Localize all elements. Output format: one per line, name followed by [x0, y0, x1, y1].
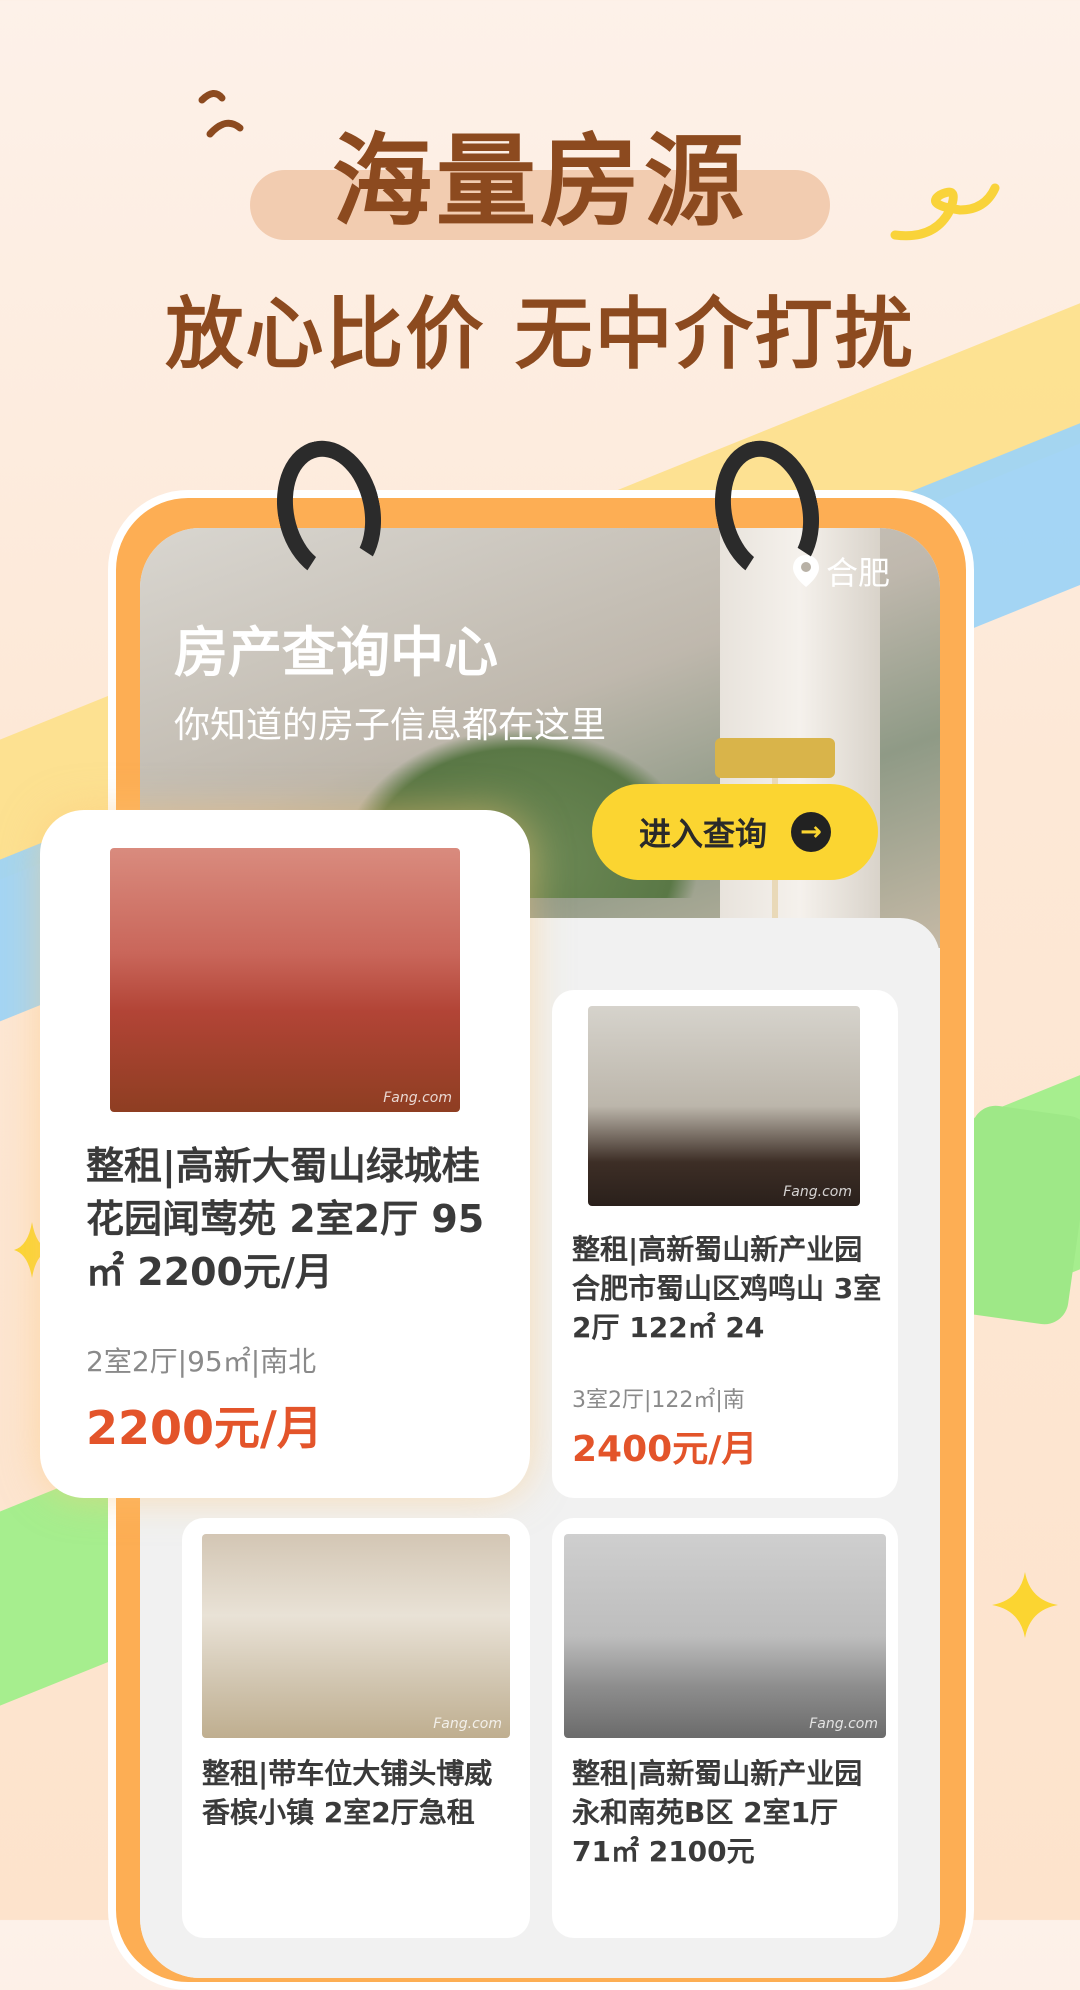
listing-card[interactable]: Fang.com 整租|高新蜀山新产业园合肥市蜀山区鸡鸣山 3室2厅 122㎡ …: [552, 990, 898, 1498]
listing-photo: Fang.com: [564, 1534, 886, 1738]
hero-subtitle: 你知道的房子信息都在这里: [174, 705, 607, 746]
hero-title: 房产查询中心: [174, 621, 498, 684]
listing-card[interactable]: Fang.com 整租|带车位大铺头博威香槟小镇 2室2厅急租: [182, 1518, 530, 1938]
listing-card[interactable]: Fang.com 整租|高新大蜀山绿城桂花园闻莺苑 2室2厅 95㎡ 2200元…: [40, 810, 530, 1498]
photo-watermark: Fang.com: [809, 1716, 878, 1732]
listing-meta: 3室2厅|122㎡|南: [572, 1388, 745, 1413]
listing-photo: Fang.com: [588, 1006, 860, 1206]
listing-photo: Fang.com: [110, 848, 460, 1112]
hero-lamp: [715, 738, 835, 778]
listing-card[interactable]: Fang.com 整租|高新蜀山新产业园永和南苑B区 2室1厅 71㎡ 2100…: [552, 1518, 898, 1938]
photo-watermark: Fang.com: [383, 1090, 452, 1106]
promo-headline: 海量房源: [332, 123, 748, 240]
listing-meta: 2室2厅|95㎡|南北: [86, 1345, 317, 1378]
city-label: 合肥: [825, 554, 890, 592]
promo-subheadline: 放心比价 无中介打扰: [165, 290, 915, 380]
listing-price: 2200元/月: [86, 1401, 323, 1455]
listing-title: 整租|高新大蜀山绿城桂花园闻莺苑 2室2厅 95㎡ 2200元/月: [86, 1144, 485, 1295]
listing-title: 整租|带车位大铺头博威香槟小镇 2室2厅急租: [202, 1757, 493, 1830]
enter-query-button[interactable]: 进入查询 →: [592, 784, 878, 880]
listing-photo: Fang.com: [202, 1534, 510, 1738]
listing-price: 2400元/月: [572, 1429, 758, 1470]
sparkle-icon: [992, 1572, 1058, 1638]
enter-query-label: 进入查询: [638, 815, 767, 853]
photo-watermark: Fang.com: [433, 1716, 502, 1732]
arrow-right-icon: →: [791, 812, 831, 852]
photo-watermark: Fang.com: [783, 1184, 852, 1200]
listing-title: 整租|高新蜀山新产业园永和南苑B区 2室1厅 71㎡ 2100元: [572, 1757, 863, 1869]
listing-title: 整租|高新蜀山新产业园合肥市蜀山区鸡鸣山 3室2厅 122㎡ 24: [572, 1233, 882, 1345]
